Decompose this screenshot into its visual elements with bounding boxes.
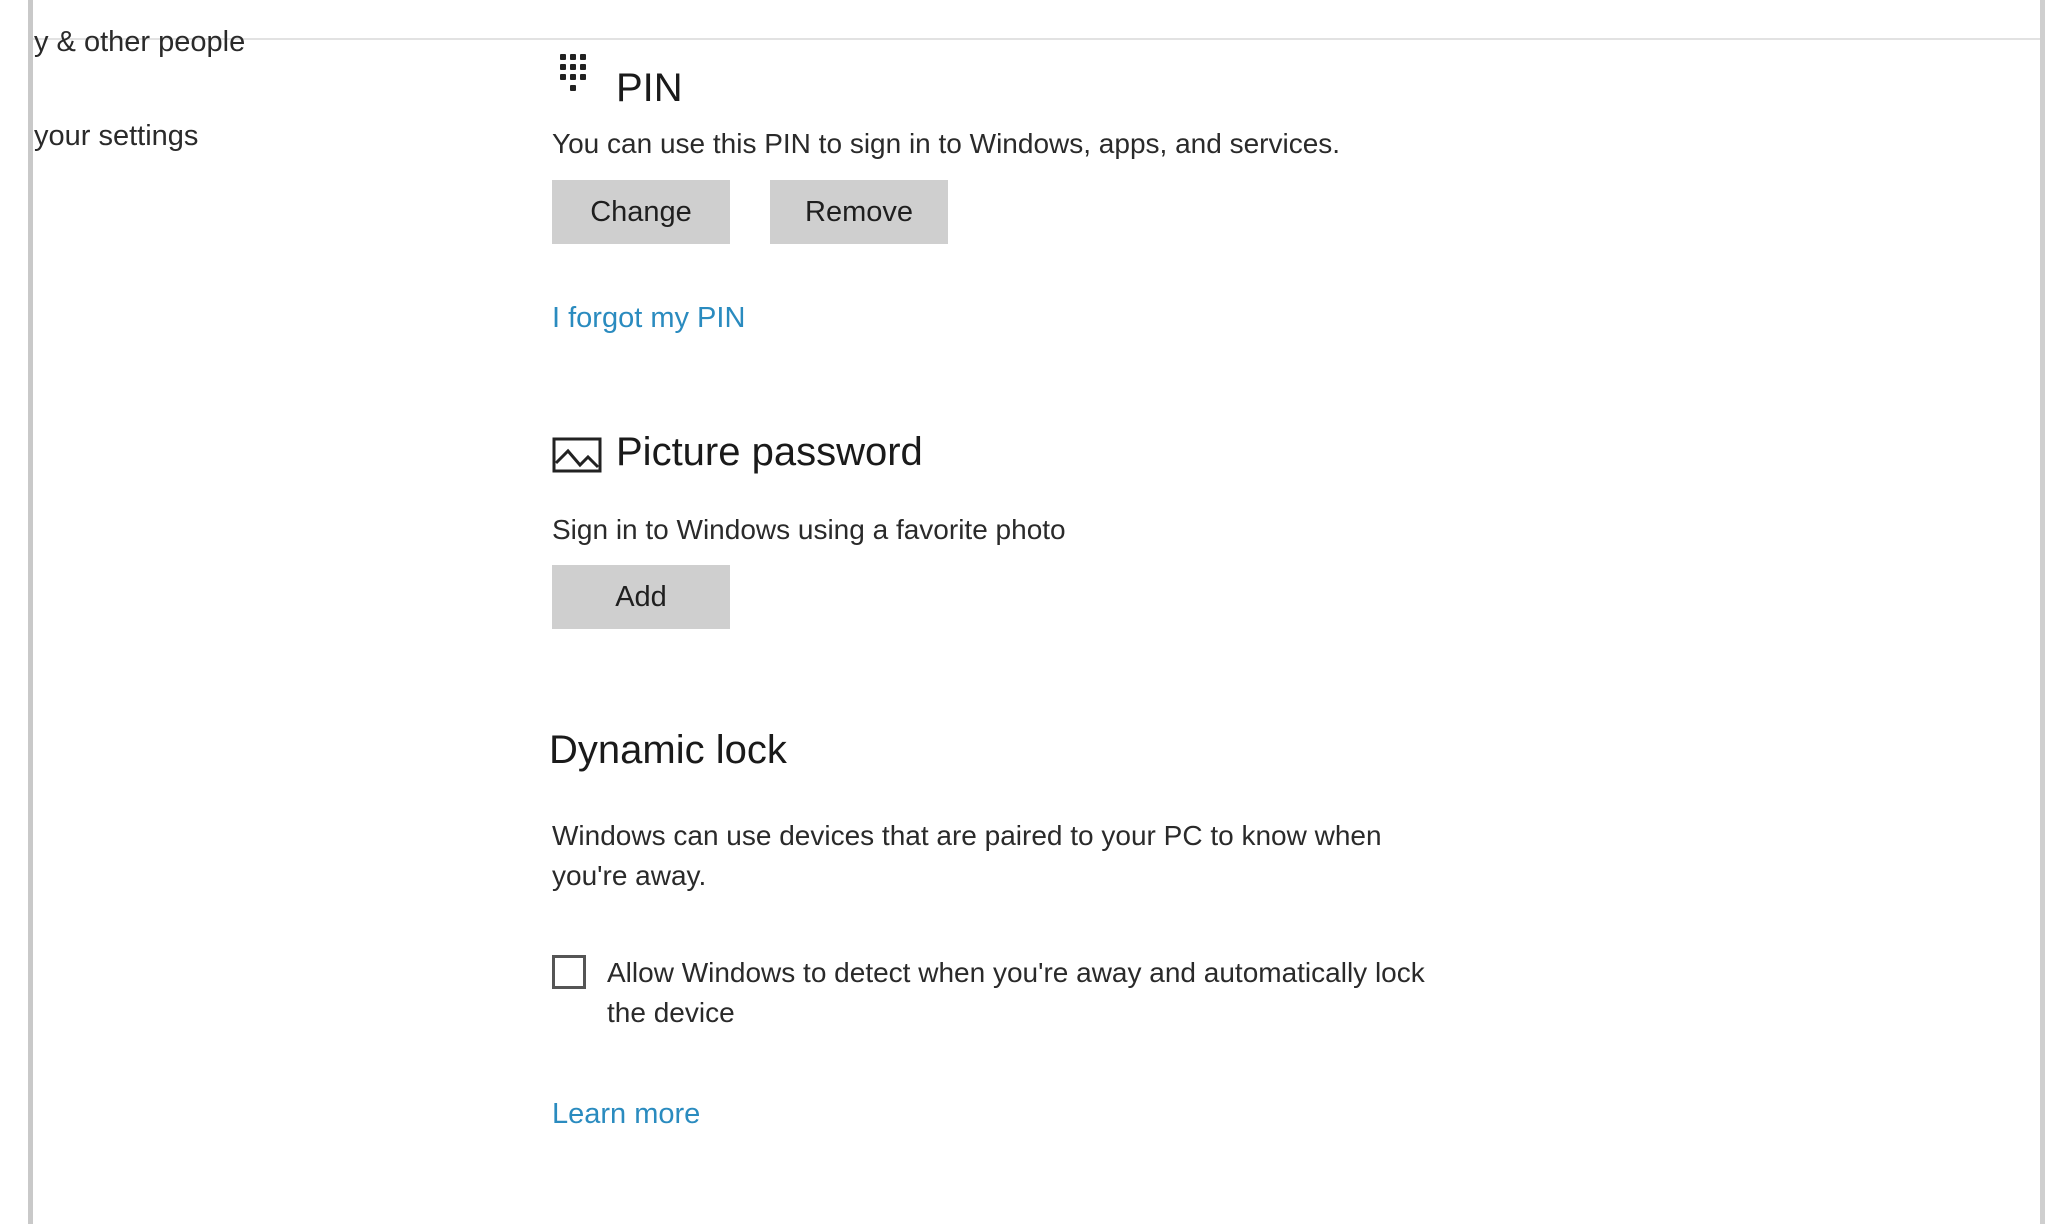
pin-description: You can use this PIN to sign in to Windo…: [552, 128, 1341, 159]
add-picture-password-button[interactable]: Add: [552, 565, 730, 629]
keypad-icon: [560, 54, 594, 100]
picture-password-description: Sign in to Windows using a favorite phot…: [552, 514, 1066, 545]
remove-pin-button[interactable]: Remove: [770, 180, 948, 244]
pin-heading: PIN: [616, 66, 683, 110]
dynamic-lock-heading: Dynamic lock: [549, 728, 787, 772]
settings-window: y & other people your settings PIN You c…: [0, 0, 2054, 1224]
picture-password-heading: Picture password: [616, 430, 923, 474]
picture-icon: [552, 437, 602, 473]
sidebar-item-sync-settings[interactable]: your settings: [34, 120, 198, 153]
dynamic-lock-checkbox[interactable]: [552, 955, 586, 989]
dynamic-lock-description: Windows can use devices that are paired …: [552, 820, 1382, 891]
window-left-border: [28, 0, 33, 1224]
sidebar-item-family-other-people[interactable]: y & other people: [34, 26, 245, 59]
learn-more-link[interactable]: Learn more: [552, 1098, 700, 1131]
forgot-pin-link[interactable]: I forgot my PIN: [552, 302, 745, 335]
change-pin-button[interactable]: Change: [552, 180, 730, 244]
dynamic-lock-checkbox-label[interactable]: Allow Windows to detect when you're away…: [607, 953, 1467, 1033]
window-right-border: [2040, 0, 2045, 1224]
header-divider: [33, 38, 2040, 40]
